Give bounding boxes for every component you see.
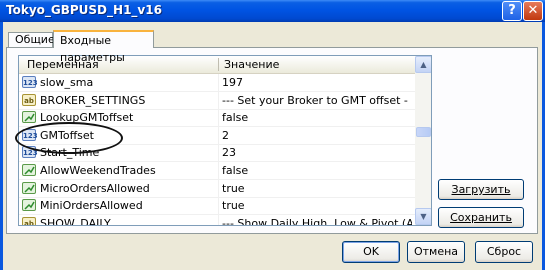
cell-divider [218, 144, 219, 162]
boolean-type-icon [22, 111, 36, 124]
table-row[interactable]: MiniOrdersAllowed true [19, 197, 415, 216]
column-divider[interactable] [218, 58, 219, 71]
cancel-button[interactable]: Отмена [407, 241, 465, 263]
variable-name: BROKER_SETTINGS [40, 93, 146, 107]
save-button[interactable]: Сохранить [438, 207, 524, 228]
window-title: Tokyo_GBPUSD_H1_v16 [6, 3, 162, 17]
variable-value[interactable]: false [222, 164, 412, 177]
integer-type-icon: 123 [22, 146, 38, 159]
ok-button[interactable]: OK [342, 241, 400, 263]
boolean-type-icon [22, 181, 36, 194]
table-row[interactable]: 123 slow_sma 197 [19, 74, 415, 92]
string-type-icon: ab [22, 93, 36, 106]
variable-value[interactable]: true [222, 199, 412, 212]
table-row[interactable]: AllowWeekendTrades false [19, 162, 415, 180]
cell-divider [218, 91, 219, 109]
scroll-down-button[interactable]: ▼ [415, 208, 431, 225]
vertical-scrollbar[interactable]: ▲ ▼ [415, 56, 431, 225]
cell-divider [218, 74, 219, 91]
chevron-down-icon: ▼ [420, 212, 427, 221]
title-bar: Tokyo_GBPUSD_H1_v16 ? ✕ [0, 0, 545, 22]
boolean-type-icon [22, 199, 36, 212]
variable-name: SHOW_DAILY [40, 216, 111, 226]
parameters-table: Переменная Значение 123slow_sma197abBROK… [18, 55, 432, 226]
save-button-label: Сохранить [450, 211, 512, 224]
table-row[interactable]: 123 Start_Time 23 [19, 144, 415, 163]
variable-value[interactable]: 2 [222, 129, 412, 142]
integer-type-icon: 123 [22, 76, 38, 88]
tab-input-parameters[interactable]: Входные параметры [53, 30, 154, 64]
variable-value[interactable]: true [222, 182, 412, 195]
close-button[interactable]: ✕ [523, 1, 543, 21]
cell-divider [218, 214, 219, 225]
table-row[interactable]: ab SHOW_DAILY --- Show Daily High, Low & P… [19, 214, 415, 226]
scroll-up-button[interactable]: ▲ [415, 56, 431, 73]
cell-divider [218, 126, 219, 144]
variable-name: AllowWeekendTrades [40, 164, 156, 177]
tab-general[interactable]: Общие [8, 32, 55, 47]
variable-name: LookupGMToffset [40, 111, 134, 125]
variable-value[interactable]: --- Set your Broker to GMT offset - Defa… [222, 94, 412, 107]
cell-divider [218, 179, 219, 197]
header-value[interactable]: Значение [224, 58, 279, 71]
variable-name: GMToffset [40, 128, 94, 142]
table-row[interactable]: LookupGMToffset false [19, 109, 415, 128]
cell-divider [218, 109, 219, 127]
table-row[interactable]: MicroOrdersAllowed true [19, 179, 415, 198]
variable-value[interactable]: --- Show Daily High, Low & Pivot (Auto D… [222, 217, 412, 225]
string-type-icon: ab [22, 216, 36, 225]
cell-divider [218, 162, 219, 179]
chevron-up-icon: ▲ [420, 60, 427, 69]
integer-type-icon: 123 [22, 128, 38, 141]
variable-value[interactable]: 23 [222, 146, 412, 159]
reset-button[interactable]: Сброс [475, 241, 533, 263]
variable-name: Start_Time [40, 146, 100, 160]
boolean-type-icon [22, 164, 36, 176]
load-button-label: Загрузить [451, 183, 511, 196]
variable-name: MiniOrdersAllowed [40, 199, 143, 213]
table-row[interactable]: ab BROKER_SETTINGS --- Set your Broker to … [19, 91, 415, 110]
variable-value[interactable]: false [222, 111, 412, 124]
variable-value[interactable]: 197 [222, 76, 412, 89]
variable-name: slow_sma [40, 76, 94, 89]
cell-divider [218, 197, 219, 215]
help-button[interactable]: ? [502, 1, 522, 21]
load-button[interactable]: Загрузить [438, 179, 524, 200]
variable-name: MicroOrdersAllowed [40, 181, 150, 195]
scroll-thumb[interactable] [416, 127, 431, 137]
table-row[interactable]: 123 GMToffset 2 [19, 126, 415, 145]
